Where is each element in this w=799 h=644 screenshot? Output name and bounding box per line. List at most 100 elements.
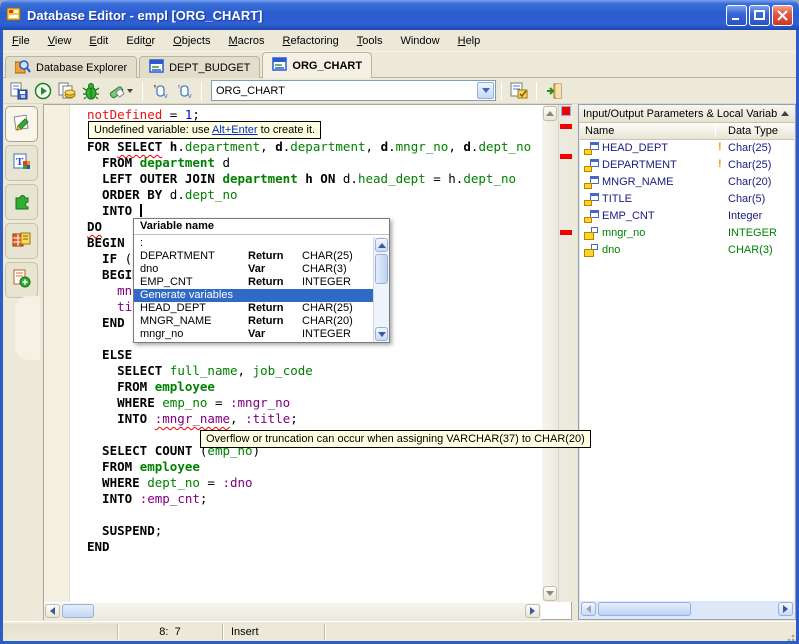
parameters-panel-title: Input/Output Parameters & Local Variab xyxy=(583,108,779,120)
popup-item--[interactable]: : xyxy=(134,237,373,250)
scroll-right-button[interactable] xyxy=(525,604,540,618)
panel-horizontal-scrollbar[interactable] xyxy=(580,601,794,618)
popup-item-dno[interactable]: dnoVarCHAR(3) xyxy=(134,263,373,276)
chevron-down-icon[interactable] xyxy=(477,82,494,99)
copy-object-button[interactable] xyxy=(55,80,79,102)
quote-strings-button[interactable]: v xyxy=(148,80,172,102)
param-row-head_dept[interactable]: HEAD_DEPT!Char(25) xyxy=(580,140,794,157)
scroll-left-button[interactable] xyxy=(581,602,596,616)
side-tab-edit[interactable] xyxy=(5,106,38,142)
scroll-down-button[interactable] xyxy=(375,327,388,341)
column-divider[interactable] xyxy=(715,125,716,137)
editor-vertical-scrollbar[interactable] xyxy=(542,105,558,602)
param-row-mngr_no[interactable]: mngr_no INTEGER xyxy=(580,225,794,242)
tab-label: DEPT_BUDGET xyxy=(169,62,250,74)
param-data-type: Char(25) xyxy=(728,159,771,171)
close-button[interactable] xyxy=(772,5,793,26)
tab-database-explorer[interactable]: Database Explorer xyxy=(5,56,137,78)
scroll-up-button[interactable] xyxy=(375,238,388,252)
param-name: EMP_CNT xyxy=(602,210,655,222)
parameter-icon xyxy=(584,142,599,155)
execute-button[interactable] xyxy=(31,80,55,102)
scroll-left-button[interactable] xyxy=(45,604,60,618)
clear-eraser-button[interactable] xyxy=(103,80,137,102)
alt-enter-link[interactable]: Alt+Enter xyxy=(212,124,258,136)
database-explorer-icon xyxy=(15,59,31,77)
menu-refactoring[interactable]: Refactoring xyxy=(274,32,348,50)
tab-label: ORG_CHART xyxy=(292,60,362,72)
hint-text: to create it. xyxy=(258,124,315,136)
maximize-button[interactable] xyxy=(749,5,770,26)
grid-header[interactable]: Name Data Type xyxy=(580,123,794,140)
compile-save-button[interactable] xyxy=(7,80,31,102)
param-name: MNGR_NAME xyxy=(602,176,674,188)
side-tab-data[interactable] xyxy=(5,223,38,259)
popup-item-department[interactable]: DEPARTMENTReturnCHAR(25) xyxy=(134,250,373,263)
menu-help[interactable]: Help xyxy=(449,32,490,50)
scroll-thumb[interactable] xyxy=(598,602,691,616)
title-bar[interactable]: Database Editor - empl [ORG_CHART] xyxy=(0,0,799,30)
clear-dropdown-caret[interactable] xyxy=(127,89,133,93)
menu-window[interactable]: Window xyxy=(391,32,448,50)
param-row-emp_cnt[interactable]: EMP_CNTInteger xyxy=(580,208,794,225)
param-name: dno xyxy=(602,244,620,256)
menu-objects[interactable]: Objects xyxy=(164,32,219,50)
menu-file[interactable]: File xyxy=(3,32,39,50)
scroll-up-button[interactable] xyxy=(543,106,557,121)
param-row-mngr_name[interactable]: MNGR_NAMEChar(20) xyxy=(580,174,794,191)
editor-horizontal-scrollbar[interactable] xyxy=(44,603,541,620)
error-mark[interactable] xyxy=(560,154,572,159)
popup-item-mngr-name[interactable]: MNGR_NAMEReturnCHAR(20) xyxy=(134,315,373,328)
variable-icon xyxy=(584,244,599,257)
code-lines[interactable]: notDefined = 1; FOR SELECT h.department,… xyxy=(71,105,542,602)
document-tabs: Database Explorer DEPT_BUDGET ORG_CHART xyxy=(3,52,796,78)
code-editor[interactable]: notDefined = 1; FOR SELECT h.department,… xyxy=(43,104,572,620)
warning-icon: ! xyxy=(718,158,722,170)
parameters-panel-header[interactable]: Input/Output Parameters & Local Variab xyxy=(579,105,795,123)
editor-gutter xyxy=(44,105,70,602)
error-mark[interactable] xyxy=(560,230,572,235)
param-row-department[interactable]: DEPARTMENT! Char(25) xyxy=(580,157,794,174)
exit-editor-button[interactable] xyxy=(542,80,566,102)
side-tab-ddl[interactable] xyxy=(5,262,38,298)
tab-dept-budget[interactable]: DEPT_BUDGET xyxy=(139,56,260,78)
debug-button[interactable] xyxy=(79,80,103,102)
scroll-right-button[interactable] xyxy=(778,602,793,616)
param-name: mngr_no xyxy=(602,227,645,239)
status-bar: 8: 7 Insert xyxy=(3,621,796,641)
object-selector[interactable]: ORG_CHART xyxy=(211,80,496,101)
parameters-check-button[interactable] xyxy=(507,80,531,102)
error-mark[interactable] xyxy=(560,124,572,129)
side-tab-description[interactable]: T xyxy=(5,145,38,181)
hint-text: Undefined variable: use xyxy=(94,124,212,136)
parameter-icon xyxy=(584,193,599,206)
undefined-variable-hint: Undefined variable: use Alt+Enter to cre… xyxy=(88,121,321,139)
menu-macros[interactable]: Macros xyxy=(219,32,273,50)
popup-scrollbar[interactable] xyxy=(373,237,389,342)
scroll-down-button[interactable] xyxy=(543,586,557,601)
minimize-button[interactable] xyxy=(726,5,747,26)
param-row-dno[interactable]: dnoCHAR(3) xyxy=(580,242,794,259)
menu-edit[interactable]: Edit xyxy=(80,32,117,50)
param-row-title[interactable]: TITLEChar(5) xyxy=(580,191,794,208)
column-header-data-type[interactable]: Data Type xyxy=(728,125,778,137)
popup-item-emp-cnt[interactable]: EMP_CNTReturnINTEGER xyxy=(134,276,373,289)
scroll-thumb[interactable] xyxy=(62,604,94,618)
param-data-type: INTEGER xyxy=(728,227,777,239)
column-header-name[interactable]: Name xyxy=(585,125,614,137)
unquote-strings-button[interactable]: v xyxy=(172,80,196,102)
scroll-thumb[interactable] xyxy=(375,254,388,284)
side-tab-dependencies[interactable] xyxy=(5,184,38,220)
collapse-panel-button[interactable] xyxy=(779,108,791,120)
popup-item-generate-variables[interactable]: Generate variables xyxy=(134,289,373,302)
procedure-icon xyxy=(149,59,164,76)
popup-item-mngr-no[interactable]: mngr_noVarINTEGER xyxy=(134,328,373,341)
popup-item-head-dept[interactable]: HEAD_DEPTReturnCHAR(25) xyxy=(134,302,373,315)
menu-editor[interactable]: Editor xyxy=(117,32,164,50)
app-window: Database Editor - empl [ORG_CHART] FileV… xyxy=(0,0,799,644)
menu-view[interactable]: View xyxy=(39,32,81,50)
param-name: TITLE xyxy=(602,193,632,205)
menu-tools[interactable]: Tools xyxy=(348,32,392,50)
param-name: DEPARTMENT xyxy=(602,159,677,171)
tab-org-chart[interactable]: ORG_CHART xyxy=(262,52,372,78)
